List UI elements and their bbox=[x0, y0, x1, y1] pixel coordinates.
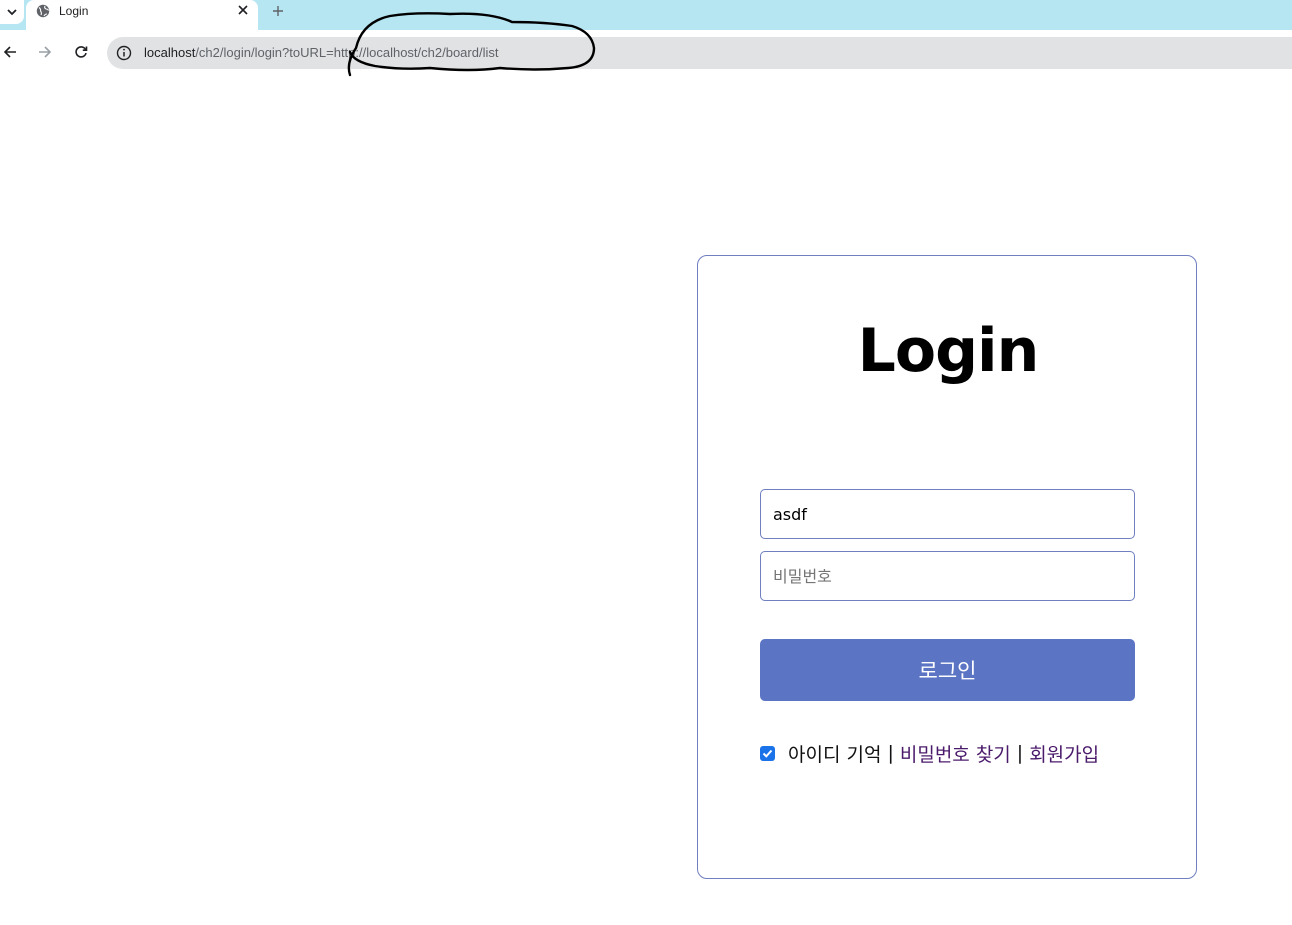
login-options: 아이디 기억 | 비밀번호 찾기 | 회원가입 bbox=[760, 740, 1099, 767]
url-path: /ch2/login/login?toURL=http://localhost/… bbox=[195, 45, 499, 60]
chevron-down-icon bbox=[7, 9, 17, 16]
tab-search-button[interactable] bbox=[0, 0, 24, 24]
globe-icon bbox=[36, 4, 50, 18]
url-text: localhost/ch2/login/login?toURL=http://l… bbox=[144, 45, 498, 60]
address-bar[interactable]: localhost/ch2/login/login?toURL=http://l… bbox=[107, 37, 1292, 69]
new-tab-button[interactable] bbox=[270, 3, 286, 19]
separator: | bbox=[887, 742, 894, 764]
close-icon bbox=[238, 5, 248, 15]
close-tab-button[interactable] bbox=[236, 3, 250, 17]
checkmark-icon bbox=[762, 749, 773, 758]
forward-button[interactable] bbox=[36, 43, 54, 61]
separator: | bbox=[1016, 742, 1024, 764]
plus-icon bbox=[273, 6, 283, 16]
back-button[interactable] bbox=[1, 43, 19, 61]
browser-toolbar: localhost/ch2/login/login?toURL=http://l… bbox=[0, 30, 1292, 76]
info-icon[interactable] bbox=[115, 44, 133, 62]
forward-arrow-icon bbox=[39, 46, 52, 58]
back-arrow-icon bbox=[3, 46, 16, 58]
remember-id-label: 아이디 기억 bbox=[788, 743, 882, 766]
login-heading: Login bbox=[857, 316, 1040, 386]
find-password-link[interactable]: 비밀번호 찾기 bbox=[900, 740, 1011, 767]
password-input[interactable] bbox=[760, 551, 1135, 601]
tab-title: Login bbox=[59, 4, 89, 18]
url-host: localhost bbox=[144, 45, 196, 60]
id-input[interactable] bbox=[760, 489, 1135, 539]
reload-icon bbox=[75, 46, 88, 58]
tab-strip: Login bbox=[0, 0, 1292, 30]
signup-link[interactable]: 회원가입 bbox=[1029, 740, 1099, 767]
tab-login[interactable]: Login bbox=[26, 0, 258, 30]
reload-button[interactable] bbox=[72, 43, 90, 61]
login-card: Login 로그인 아이디 기억 | 비밀번호 찾기 | 회원가입 bbox=[697, 255, 1197, 879]
login-button[interactable]: 로그인 bbox=[760, 639, 1135, 701]
remember-id-checkbox[interactable] bbox=[760, 745, 775, 761]
